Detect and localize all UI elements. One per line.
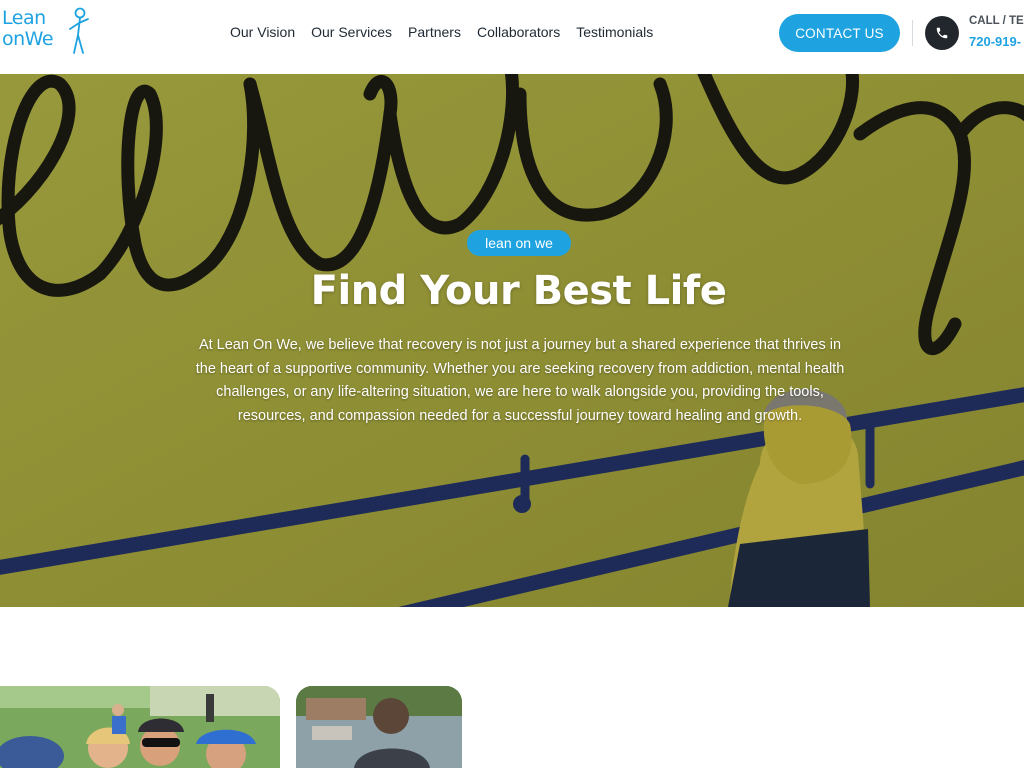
photo-card-group [0, 686, 280, 768]
person-leaning-icon [69, 7, 89, 54]
site-header: Lean onWe Our Vision Our Services Partne… [0, 0, 1024, 74]
hero-section: lean on we Find Your Best Life At Lean O… [0, 74, 1024, 607]
contact-us-button[interactable]: CONTACT US [779, 14, 900, 52]
phone-number-link[interactable]: 720-919- [969, 34, 1021, 49]
group-photo-image [0, 686, 280, 768]
photo-card-river [296, 686, 462, 768]
hero-title: Find Your Best Life [310, 268, 727, 314]
phone-icon [936, 27, 948, 39]
call-text-label: CALL / TEX [969, 15, 1024, 27]
main-nav: Our Vision Our Services Partners Collabo… [230, 22, 653, 42]
logo[interactable]: Lean onWe [0, 4, 96, 56]
nav-our-services[interactable]: Our Services [311, 22, 392, 42]
phone-button[interactable] [925, 16, 959, 50]
logo-wordmark: Lean onWe [2, 7, 54, 50]
river-photo-image [296, 686, 462, 768]
nav-our-vision[interactable]: Our Vision [230, 22, 295, 42]
header-divider [912, 20, 913, 46]
logo-line-2: onWe [2, 28, 54, 50]
logo-line-1: Lean [2, 7, 46, 29]
hero-tag-badge: lean on we [467, 230, 571, 256]
nav-collaborators[interactable]: Collaborators [477, 22, 560, 42]
nav-partners[interactable]: Partners [408, 22, 461, 42]
nav-testimonials[interactable]: Testimonials [576, 22, 653, 42]
hero-description: At Lean On We, we believe that recovery … [195, 337, 845, 424]
